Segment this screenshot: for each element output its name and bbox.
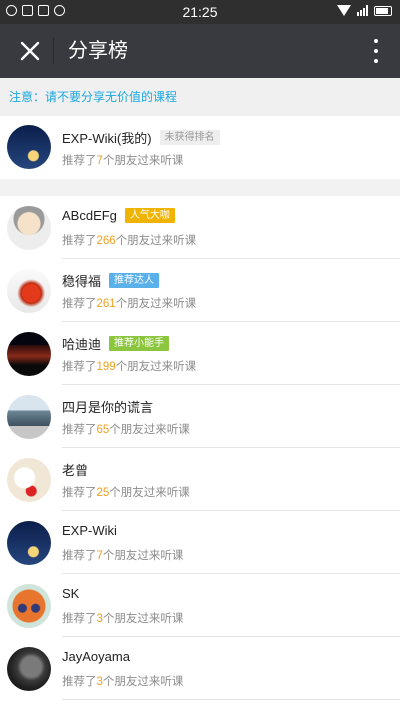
recommend-count: 261 — [96, 298, 116, 310]
stat-suffix: 个朋友过来听课 — [109, 424, 190, 436]
user-name: JayAoyama — [62, 649, 130, 664]
more-dot-icon — [374, 49, 378, 53]
status-bar: 21:25 — [0, 0, 400, 24]
battery-icon — [374, 5, 392, 16]
stat-suffix: 个朋友过来听课 — [102, 155, 184, 167]
user-name: 哈迪迪 — [62, 337, 102, 352]
stat-prefix: 推荐了 — [62, 550, 97, 562]
avatar — [7, 125, 51, 169]
recommend-stats: 推荐了261个朋友过来听课 — [62, 295, 196, 311]
stat-suffix: 个朋友过来听课 — [115, 298, 197, 310]
stat-suffix: 个朋友过来听课 — [115, 361, 197, 373]
recommend-stats: 推荐了3个朋友过来听课 — [62, 673, 183, 689]
avatar — [7, 584, 51, 628]
stat-prefix: 推荐了 — [62, 424, 97, 436]
list-item[interactable]: SK 推荐了3个朋友过来听课 — [0, 574, 400, 637]
recommend-count: 25 — [96, 487, 110, 499]
user-name: EXP-Wiki — [62, 523, 117, 538]
list-item[interactable]: 四月是你的谎言 推荐了65个朋友过来听课 — [0, 385, 400, 448]
avatar — [7, 458, 51, 502]
recommend-stats: 推荐了7个朋友过来听课 — [62, 152, 183, 168]
ranking-list: ABcdEFg 人气大咖 推荐了266个朋友过来听课 稳得福 推荐达人 推荐了2… — [0, 196, 400, 711]
recommend-stats: 推荐了65个朋友过来听课 — [62, 421, 190, 437]
recommend-count: 266 — [96, 235, 116, 247]
my-rank-row[interactable]: EXP-Wiki(我的) 未获得排名 推荐了7个朋友过来听课 — [0, 116, 400, 179]
stat-prefix: 推荐了 — [62, 155, 97, 167]
user-name: 老曾 — [62, 463, 89, 478]
stat-suffix: 个朋友过来听课 — [102, 613, 184, 625]
list-item[interactable]: JayAoyama 推荐了3个朋友过来听课 — [0, 637, 400, 700]
recommend-stats: 推荐了266个朋友过来听课 — [62, 232, 196, 248]
avatar — [7, 521, 51, 565]
rank-status-badge: 未获得排名 — [159, 130, 220, 145]
user-name: ABcdEFg — [62, 208, 117, 223]
list-item[interactable]: 稳得福 推荐达人 推荐了261个朋友过来听课 — [0, 259, 400, 322]
avatar — [7, 269, 51, 313]
stat-prefix: 推荐了 — [62, 487, 97, 499]
row-divider — [62, 699, 400, 700]
stat-prefix: 推荐了 — [62, 361, 97, 373]
title-divider — [53, 38, 54, 64]
more-dot-icon — [374, 59, 378, 63]
signal-icon — [357, 5, 368, 16]
close-icon — [20, 41, 40, 61]
rank-badge: 人气大咖 — [124, 208, 175, 223]
rank-badge: 推荐小能手 — [109, 336, 170, 351]
stat-prefix: 推荐了 — [62, 298, 97, 310]
stat-prefix: 推荐了 — [62, 676, 97, 688]
stat-suffix: 个朋友过来听课 — [109, 487, 190, 499]
rank-badge: 推荐达人 — [109, 273, 160, 288]
system-icons — [337, 5, 392, 16]
avatar — [7, 332, 51, 376]
close-button[interactable] — [10, 31, 50, 71]
stat-suffix: 个朋友过来听课 — [115, 235, 197, 247]
user-name: SK — [62, 586, 80, 601]
list-item[interactable]: 老曾 推荐了25个朋友过来听课 — [0, 448, 400, 511]
recommend-count: 65 — [96, 424, 110, 436]
list-item[interactable]: ABcdEFg 人气大咖 推荐了266个朋友过来听课 — [0, 196, 400, 259]
more-dot-icon — [374, 39, 378, 43]
avatar — [7, 647, 51, 691]
recommend-stats: 推荐了7个朋友过来听课 — [62, 547, 183, 563]
avatar — [7, 395, 51, 439]
user-name: 稳得福 — [62, 274, 102, 289]
wifi-icon — [337, 5, 351, 16]
recommend-stats: 推荐了3个朋友过来听课 — [62, 610, 183, 626]
more-options-button[interactable] — [366, 34, 386, 68]
title-bar: 分享榜 — [0, 24, 400, 78]
stat-suffix: 个朋友过来听课 — [102, 676, 184, 688]
recommend-stats: 推荐了199个朋友过来听课 — [62, 358, 196, 374]
list-item[interactable]: 哈迪迪 推荐小能手 推荐了199个朋友过来听课 — [0, 322, 400, 385]
avatar — [7, 206, 51, 250]
user-name: EXP-Wiki(我的) — [62, 131, 152, 146]
notice-banner: 注意：请不要分享无价值的课程 — [0, 78, 400, 116]
recommend-stats: 推荐了25个朋友过来听课 — [62, 484, 190, 500]
page-title: 分享榜 — [68, 40, 128, 62]
stat-suffix: 个朋友过来听课 — [102, 550, 184, 562]
user-name: 四月是你的谎言 — [62, 400, 154, 415]
list-item[interactable]: EXP-Wiki 推荐了7个朋友过来听课 — [0, 511, 400, 574]
recommend-count: 199 — [96, 361, 116, 373]
stat-prefix: 推荐了 — [62, 613, 97, 625]
stat-prefix: 推荐了 — [62, 235, 97, 247]
